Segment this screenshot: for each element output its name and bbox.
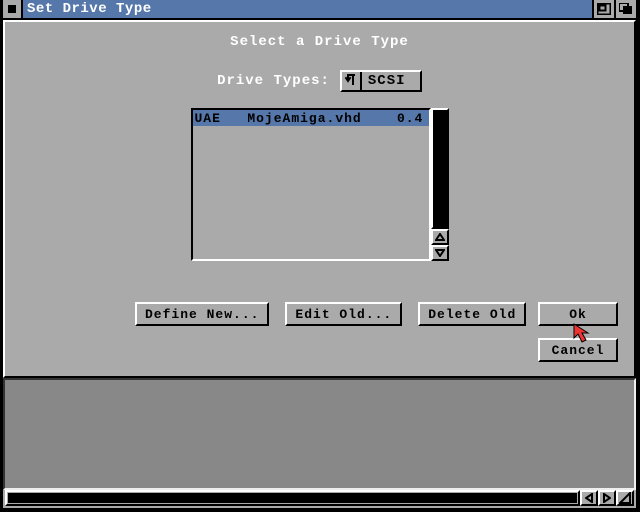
- chevron-down-icon: [435, 249, 445, 257]
- list-item[interactable]: UAE MojeAmiga.vhd 0.4: [193, 110, 429, 126]
- delete-old-button[interactable]: Delete Old: [418, 302, 526, 326]
- list-scrollbar: [431, 108, 449, 261]
- list-item-col1: UAE: [195, 111, 221, 126]
- chevron-up-icon: [435, 233, 445, 241]
- zoom-gadget[interactable]: [592, 0, 614, 18]
- window-title: Set Drive Type: [27, 1, 592, 17]
- horizontal-scrollbar: [5, 490, 634, 506]
- close-icon: [8, 5, 16, 13]
- right-button-col: Ok Cancel: [538, 302, 618, 374]
- scroll-down-button[interactable]: [431, 245, 449, 261]
- hscroll-track[interactable]: [5, 490, 580, 506]
- depth-gadget[interactable]: [614, 0, 636, 18]
- drive-types-value: SCSI: [362, 72, 420, 90]
- zoom-icon: [597, 3, 611, 15]
- resize-icon: [619, 492, 631, 504]
- drive-types-row: Drive Types: SCSI: [5, 70, 634, 92]
- list-item-col2: MojeAmiga.vhd: [247, 111, 361, 126]
- hscroll-right-button[interactable]: [598, 490, 616, 506]
- workspace-area: [3, 378, 636, 490]
- close-gadget[interactable]: [3, 0, 23, 18]
- hscroll-left-button[interactable]: [580, 490, 598, 506]
- drive-list[interactable]: UAE MojeAmiga.vhd 0.4: [191, 108, 431, 261]
- window: Set Drive Type Select a Drive Type Drive…: [3, 0, 638, 510]
- window-body: Select a Drive Type Drive Types: SCSI UA…: [3, 20, 636, 508]
- cancel-button[interactable]: Cancel: [538, 338, 618, 362]
- hscroll-knob[interactable]: [8, 493, 577, 503]
- ok-button[interactable]: Ok: [538, 302, 618, 326]
- dialog-panel: Select a Drive Type Drive Types: SCSI UA…: [3, 20, 636, 378]
- list-item-col3: 0.4: [397, 111, 423, 126]
- titlebar: Set Drive Type: [3, 0, 636, 20]
- button-row: Define New... Edit Old... Delete Old: [135, 302, 542, 326]
- scroll-track[interactable]: [431, 108, 449, 229]
- drive-list-wrap: UAE MojeAmiga.vhd 0.4: [191, 108, 449, 261]
- scroll-knob[interactable]: [433, 110, 447, 227]
- chevron-right-icon: [603, 493, 611, 503]
- chevron-left-icon: [585, 493, 593, 503]
- size-gadget[interactable]: [616, 490, 634, 506]
- drive-types-cycle[interactable]: SCSI: [340, 70, 422, 92]
- scroll-up-button[interactable]: [431, 229, 449, 245]
- edit-old-button[interactable]: Edit Old...: [285, 302, 402, 326]
- dialog-heading: Select a Drive Type: [5, 34, 634, 50]
- drive-types-label: Drive Types:: [217, 73, 330, 89]
- define-new-button[interactable]: Define New...: [135, 302, 269, 326]
- depth-icon: [619, 3, 633, 15]
- cycle-arrow-icon: [342, 72, 362, 90]
